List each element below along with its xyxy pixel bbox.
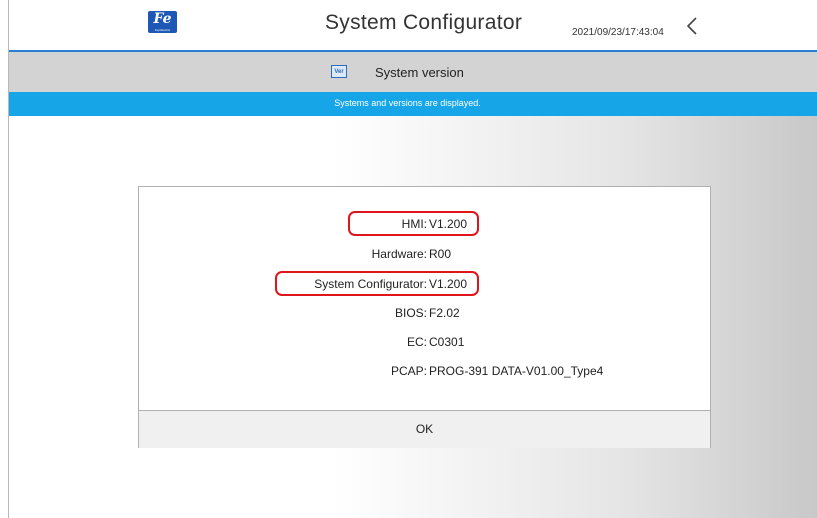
version-icon: Ver — [331, 65, 347, 78]
ok-button[interactable]: OK — [139, 410, 710, 448]
page-title: System version — [375, 65, 464, 80]
hmi-highlight-box — [348, 211, 479, 236]
app-window: Fe Fuji Electric System Configurator 202… — [8, 0, 817, 518]
chevron-left-icon — [686, 17, 697, 35]
version-row-bios: BIOS: F2.02 — [139, 303, 712, 323]
version-dialog: HMI: V1.200 Hardware: R00 System Configu… — [138, 186, 711, 448]
version-label: Hardware: — [371, 247, 427, 261]
version-label: EC: — [406, 335, 427, 349]
info-bar: Systems and versions are displayed. — [9, 92, 817, 116]
logo-text: Fe — [153, 11, 172, 27]
logo-subtext: Fuji Electric — [154, 28, 171, 32]
app-title: System Configurator — [325, 11, 523, 34]
version-label: BIOS: — [394, 306, 427, 320]
page-header: Ver System version — [9, 52, 817, 92]
version-label: PCAP: — [390, 364, 427, 378]
fuji-electric-logo: Fe Fuji Electric — [148, 11, 177, 33]
info-message: Systems and versions are displayed. — [334, 98, 481, 108]
version-row-hardware: Hardware: R00 — [139, 244, 712, 264]
version-value: PROG-391 DATA-V01.00_Type4 — [429, 364, 604, 378]
version-row-ec: EC: C0301 — [139, 332, 712, 352]
version-row-pcap: PCAP: PROG-391 DATA-V01.00_Type4 — [139, 361, 712, 381]
version-value: F2.02 — [429, 306, 460, 320]
version-value: R00 — [429, 247, 452, 261]
system-configurator-highlight-box — [275, 271, 479, 296]
version-value: C0301 — [429, 335, 465, 349]
title-bar: Fe Fuji Electric System Configurator 202… — [9, 0, 817, 52]
back-button[interactable] — [681, 14, 705, 38]
datetime-display: 2021/09/23/17:43:04 — [572, 27, 664, 38]
